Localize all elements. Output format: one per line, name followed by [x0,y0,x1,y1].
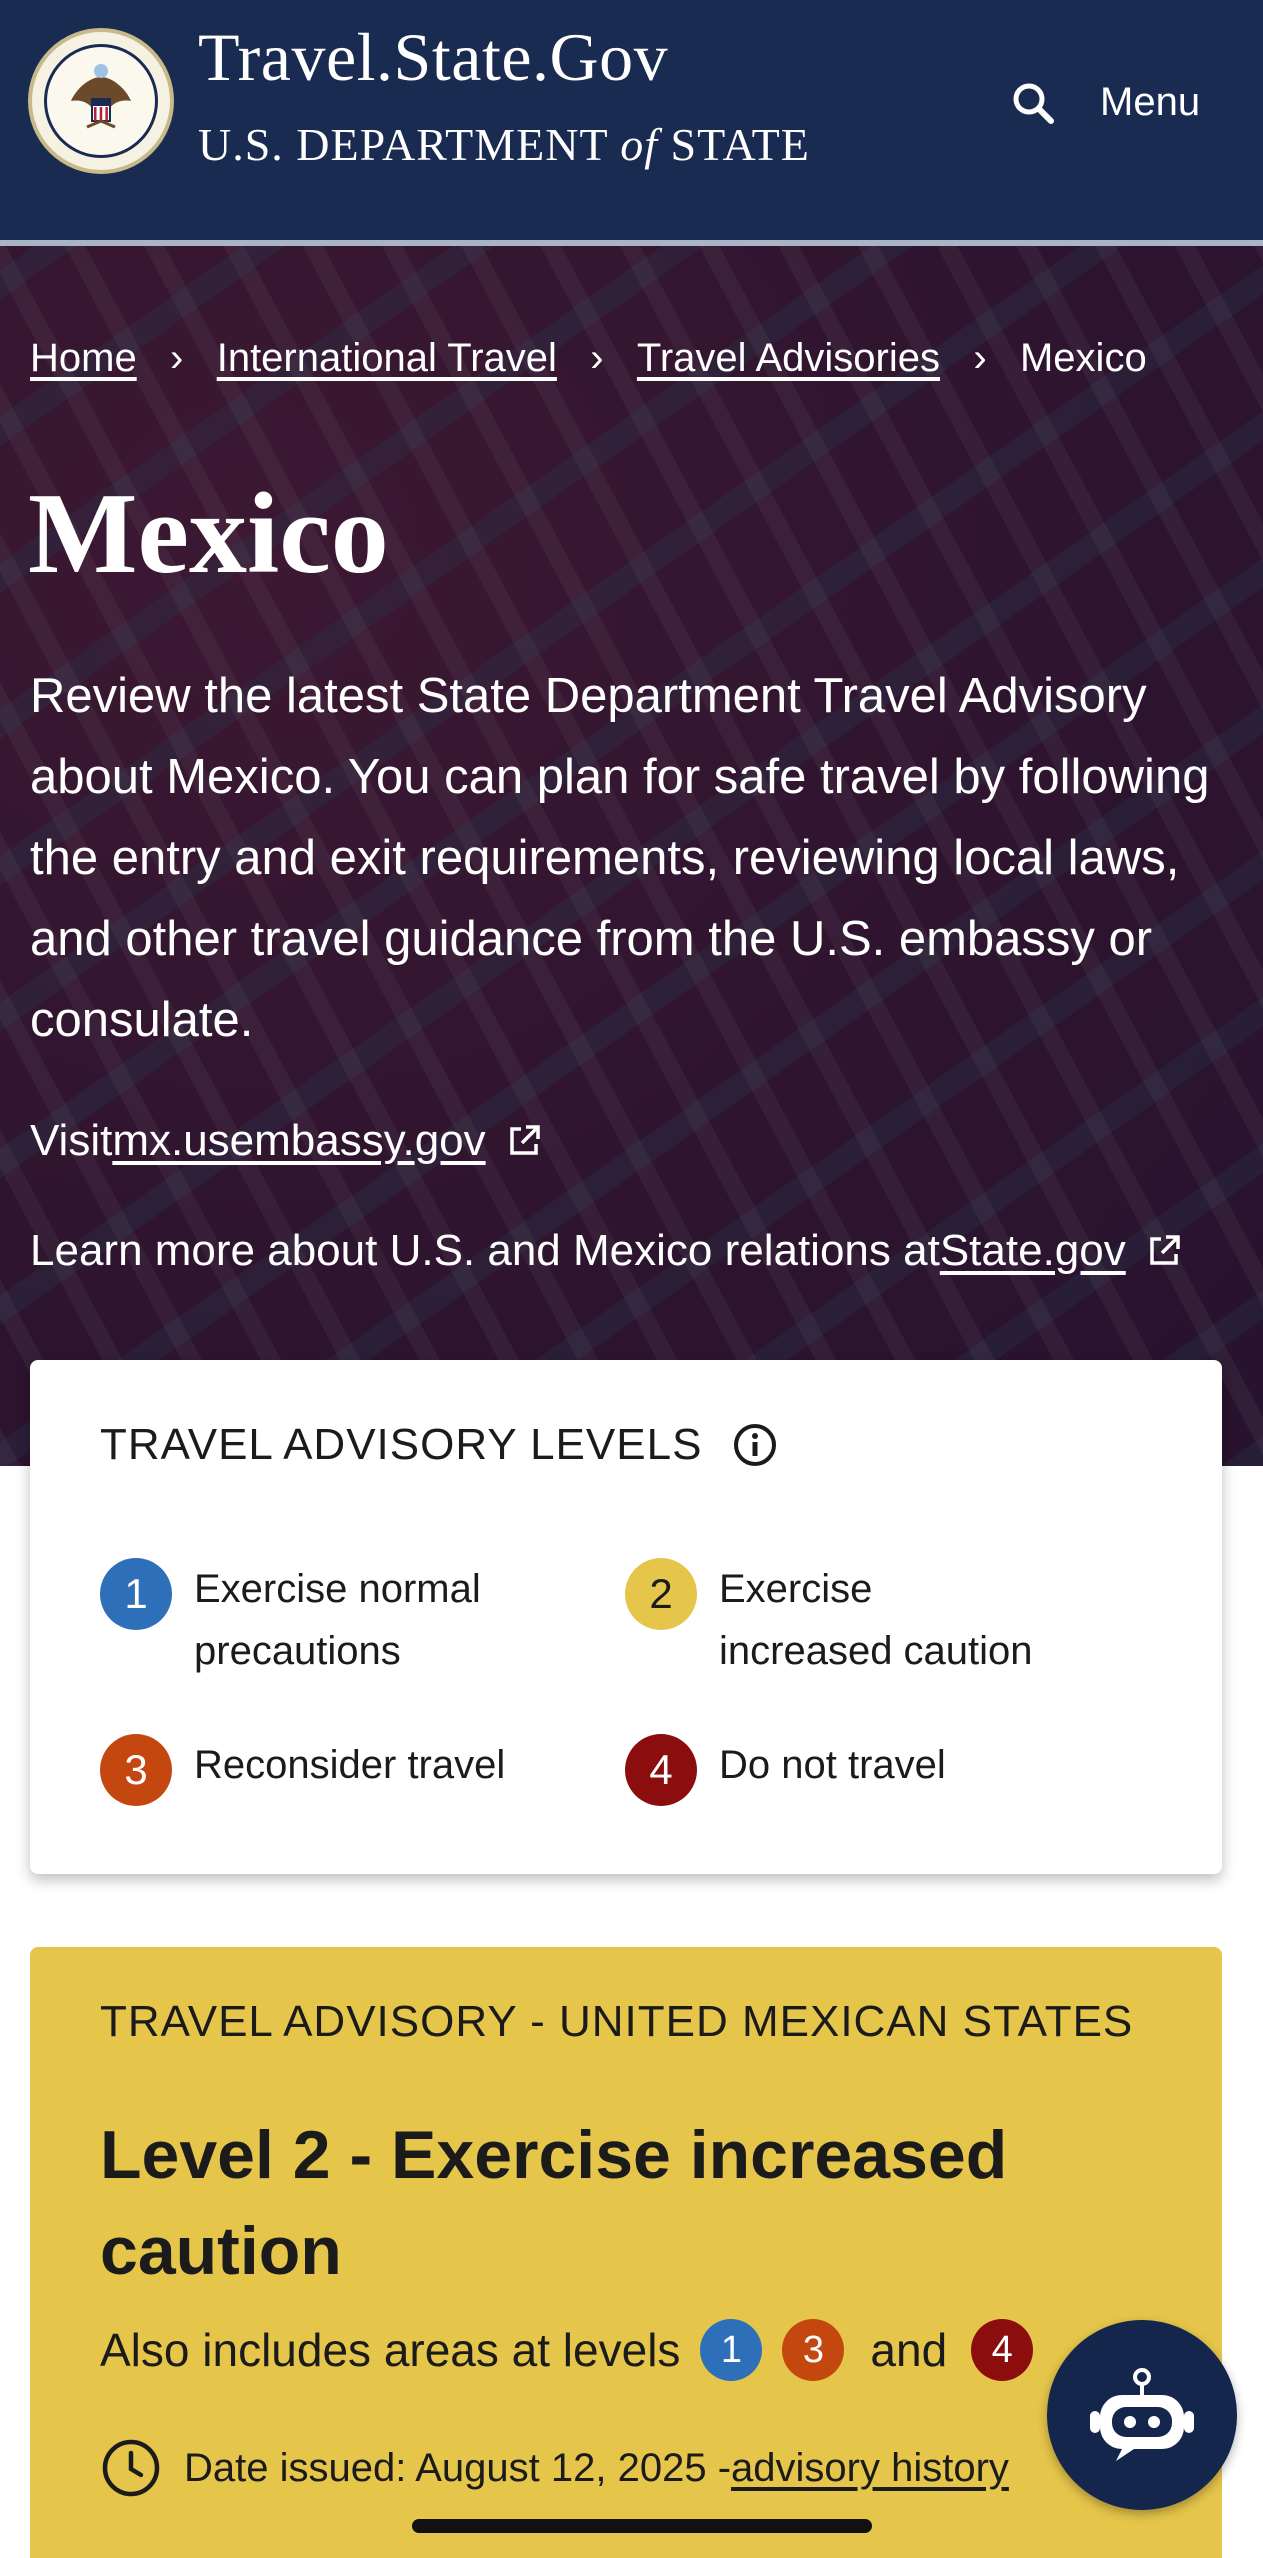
level-3-label: Reconsider travel [194,1743,506,1787]
chevron-right-icon: › [973,336,987,380]
level-2-label: Exercise increased caution [719,1567,1033,1673]
site-header: Travel.State.Gov U.S. DEPARTMENT of STAT… [0,0,1263,240]
level-3-item: 3 Reconsider travel [100,1734,524,1806]
menu-button[interactable]: Menu [1100,72,1200,132]
level-4-item: 4 Do not travel [625,1734,1049,1806]
level-1-label: Exercise normal precautions [194,1567,481,1673]
includes-level-4-badge: 4 [971,2319,1034,2381]
chevron-right-icon: › [590,336,604,380]
breadcrumb-home[interactable]: Home [30,336,137,381]
learn-prefix: Learn more about U.S. and Mexico relatio… [30,1226,940,1275]
level-2-badge: 2 [625,1558,697,1630]
embassy-link[interactable]: mx.usembassy.gov [112,1116,485,1166]
level-2-item: 2 Exercise increased caution [625,1558,1049,1682]
level-4-label: Do not travel [719,1743,946,1787]
chatbot-icon [1090,2368,1194,2461]
intro-text: Review the latest State Department Trave… [30,669,1210,1047]
hero-banner: Home › International Travel › Travel Adv… [0,246,1263,1466]
includes-and: and [870,2324,948,2376]
page-title: Mexico [28,470,389,598]
advisory-heading: TRAVEL ADVISORY - UNITED MEXICAN STATES [100,1997,1134,2046]
advisory-history-link[interactable]: advisory history [731,2446,1009,2491]
breadcrumb-travel-advisories[interactable]: Travel Advisories [637,336,940,381]
search-button[interactable] [1005,75,1065,135]
includes-level-1-badge: 1 [700,2319,763,2381]
breadcrumb-international-travel[interactable]: International Travel [217,336,557,381]
relations-line: Learn more about U.S. and Mexico relatio… [30,1226,1184,1276]
level-1-badge: 1 [100,1558,172,1630]
external-link-icon[interactable] [504,1121,544,1161]
level-4-badge: 4 [625,1734,697,1806]
includes-prefix: Also includes areas at levels [100,2324,681,2376]
eagle-icon [71,64,131,129]
level-1-item: 1 Exercise normal precautions [100,1558,524,1682]
breadcrumb-current: Mexico [1019,336,1147,380]
embassy-visit-line: Visit mx.usembassy.gov [30,1116,544,1166]
breadcrumb: Home › International Travel › Travel Adv… [30,336,1147,381]
clock-icon [102,2439,160,2497]
visit-prefix: Visit [30,1116,113,1165]
info-icon[interactable] [732,1422,778,1468]
levels-title-text: TRAVEL ADVISORY LEVELS [100,1420,703,1469]
department-name-of: of [620,119,658,170]
date-issued-line: Date issued: August 12, 2025 - advisory … [100,2437,1009,2499]
chatbot-button[interactable] [1047,2320,1237,2510]
includes-level-3-badge: 3 [782,2319,845,2381]
external-link-icon[interactable] [1144,1231,1184,1271]
department-seal-logo[interactable] [28,28,174,174]
home-indicator [412,2519,872,2533]
date-issued-text: Date issued: August 12, 2025 - [184,2445,732,2490]
site-title[interactable]: Travel.State.Gov [198,18,668,97]
chevron-right-icon: › [170,336,184,380]
levels-title: TRAVEL ADVISORY LEVELS [100,1420,778,1470]
includes-levels-line: Also includes areas at levels 1 3 and 4 [100,2319,1034,2381]
department-name-part: U.S. DEPARTMENT [198,119,621,170]
state-gov-link[interactable]: State.gov [940,1226,1126,1276]
department-name-part: STATE [658,119,810,170]
search-icon [1013,83,1054,124]
department-name: U.S. DEPARTMENT of STATE [198,118,810,171]
travel-advisory-card: TRAVEL ADVISORY - UNITED MEXICAN STATES … [30,1947,1222,2558]
level-3-badge: 3 [100,1734,172,1806]
seal-emblem [44,44,158,158]
advisory-level-title: Level 2 - Exercise increased caution [100,2117,1008,2289]
advisory-levels-card: TRAVEL ADVISORY LEVELS 1 Exercise normal… [30,1360,1222,1874]
